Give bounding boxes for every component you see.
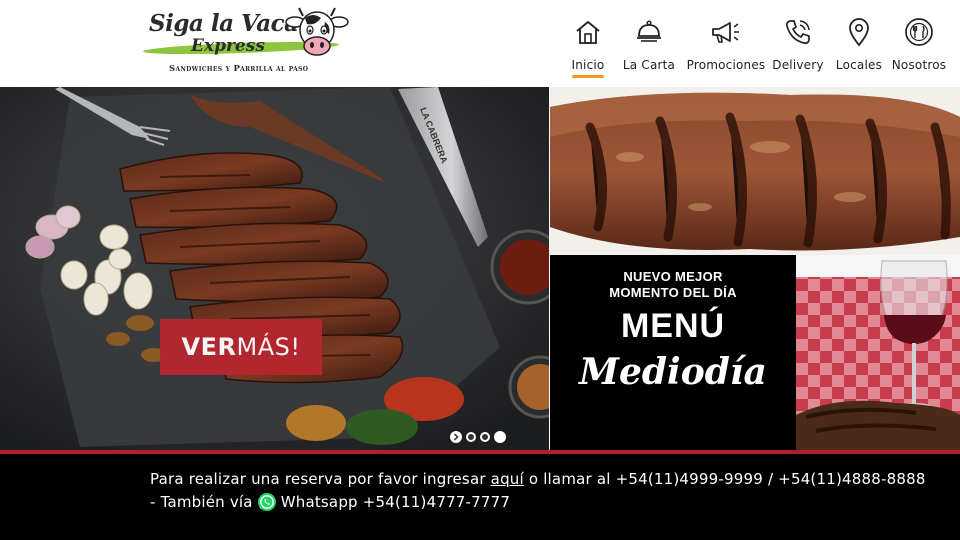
- chevron-right-icon: [453, 433, 459, 441]
- ver-mas-button[interactable]: VER MÁS!: [160, 319, 322, 375]
- nav-label-nosotros: Nosotros: [891, 58, 947, 72]
- cloche-icon: [633, 14, 665, 50]
- reservation-line-2: - También vía Whatsapp +54(11)4777-7777: [150, 492, 510, 512]
- megaphone-icon: [710, 14, 742, 50]
- site-header: Siga la Vaca Express Sandwiches y Parril…: [0, 0, 960, 87]
- promo-kicker-line-1: NUEVO MEJOR: [623, 269, 723, 284]
- steak-platter-image: LA CABRERA: [0, 87, 549, 450]
- slider-pagination: [450, 430, 506, 444]
- nav-label-locales: Locales: [835, 58, 883, 72]
- ver-mas-bold: VER: [181, 333, 237, 361]
- slider-dot-4[interactable]: [494, 431, 506, 443]
- nav-item-la-carta[interactable]: La Carta: [621, 14, 677, 80]
- reservation-phones: o llamar al +54(11)4999-9999 / +54(11)48…: [523, 470, 926, 488]
- wine-glass-photo: [796, 255, 960, 450]
- promo-kicker-line-2: MOMENTO DEL DÍA: [609, 285, 737, 300]
- slider-dot-2[interactable]: [466, 432, 476, 442]
- nav-item-locales[interactable]: Locales: [834, 14, 884, 80]
- active-indicator: [572, 75, 604, 78]
- nav-item-delivery[interactable]: Delivery: [772, 14, 824, 80]
- promo-script-title: Mediodía: [579, 351, 767, 393]
- wine-steak-image[interactable]: [796, 255, 960, 450]
- promo-title: MENÚ: [620, 307, 726, 345]
- grilled-steak-image[interactable]: [550, 87, 960, 255]
- nav-label-promociones: Promociones: [686, 58, 766, 72]
- reservation-link[interactable]: aquí: [491, 470, 524, 488]
- nav-item-nosotros[interactable]: Nosotros: [891, 14, 947, 80]
- location-pin-icon: [843, 14, 875, 50]
- whatsapp-text-pre: - También vía: [150, 493, 253, 511]
- hero-slider[interactable]: LA CABRERA VER MÁS!: [0, 87, 549, 450]
- whatsapp-number: Whatsapp +54(11)4777-7777: [280, 493, 511, 511]
- slider-dot-3[interactable]: [480, 432, 490, 442]
- nav-label-la-carta: La Carta: [622, 58, 676, 72]
- grilled-steak-photo: [550, 87, 960, 255]
- nav-label-delivery: Delivery: [772, 58, 824, 72]
- reservation-text-pre: Para realizar una reserva por favor ingr…: [150, 470, 491, 488]
- reservation-bar: Para realizar una reserva por favor ingr…: [0, 454, 960, 540]
- phone-icon: [782, 14, 814, 50]
- nav-label-inicio: Inicio: [571, 58, 605, 72]
- nav-item-inicio[interactable]: Inicio: [566, 14, 610, 80]
- reservation-line-1: Para realizar una reserva por favor ingr…: [150, 470, 926, 488]
- ver-mas-rest: MÁS!: [236, 333, 301, 361]
- home-icon: [572, 14, 604, 50]
- cutlery-plate-icon: [903, 14, 935, 50]
- nav-item-promociones[interactable]: Promociones: [686, 14, 766, 80]
- main-nav: Inicio La Carta Promociones Delivery Loc…: [0, 14, 960, 80]
- promo-kicker: NUEVO MEJOR MOMENTO DEL DÍA: [550, 269, 796, 301]
- slider-prev-arrow[interactable]: [450, 431, 462, 443]
- whatsapp-icon[interactable]: [257, 492, 277, 512]
- menu-mediodia-promo[interactable]: NUEVO MEJOR MOMENTO DEL DÍA MENÚ Mediodí…: [550, 255, 796, 450]
